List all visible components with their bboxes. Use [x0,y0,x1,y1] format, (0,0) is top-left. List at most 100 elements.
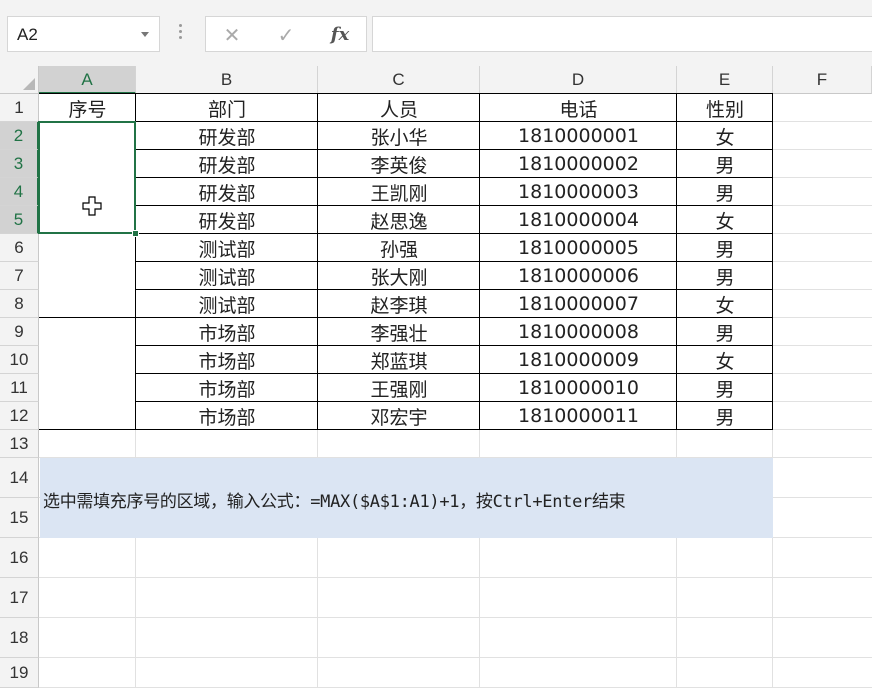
phone-cell[interactable]: 1810000005 [480,234,677,262]
gender-cell[interactable]: 女 [677,290,773,318]
row-header-12[interactable]: 12 [0,402,39,430]
cell-cursor-icon [82,196,102,216]
row-header-17[interactable]: 17 [0,578,39,618]
merged-cell-a[interactable] [39,318,135,429]
column-header-f[interactable]: F [773,66,872,94]
table-border [136,205,773,206]
person-cell[interactable]: 邓宏宇 [318,402,480,430]
gender-cell[interactable]: 女 [677,122,773,150]
table-border [136,429,773,430]
dept-cell[interactable]: 市场部 [136,402,318,430]
person-cell[interactable]: 郑蓝琪 [318,346,480,374]
phone-cell[interactable]: 1810000003 [480,178,677,206]
person-cell[interactable]: 李强壮 [318,318,480,346]
dept-cell[interactable]: 测试部 [136,262,318,290]
dept-cell[interactable]: 研发部 [136,206,318,234]
row-header-8[interactable]: 8 [0,290,39,318]
column-header-c[interactable]: C [318,66,480,94]
dept-cell[interactable]: 市场部 [136,318,318,346]
header-cell-c[interactable]: 人员 [318,94,480,122]
header-cell-d[interactable]: 电话 [480,94,677,122]
dept-cell[interactable]: 研发部 [136,178,318,206]
row-header-19[interactable]: 19 [0,658,39,688]
drag-handle-icon[interactable] [179,24,183,44]
row-header-6[interactable]: 6 [0,234,39,262]
gender-cell[interactable]: 男 [677,402,773,430]
row-header-2[interactable]: 2 [0,122,39,150]
gender-cell[interactable]: 男 [677,262,773,290]
dept-cell[interactable]: 研发部 [136,122,318,150]
phone-cell[interactable]: 1810000008 [480,318,677,346]
gender-cell[interactable]: 男 [677,318,773,346]
cancel-icon[interactable]: ✕ [212,21,252,49]
selection-range[interactable] [38,121,136,234]
column-header-a[interactable]: A [39,66,136,94]
table-border [136,261,773,262]
formula-input[interactable] [372,16,872,52]
phone-cell[interactable]: 1810000002 [480,150,677,178]
gender-cell[interactable]: 男 [677,150,773,178]
person-cell[interactable]: 赵李琪 [318,290,480,318]
formula-bar-area: A2 ✕ ✓ fx [0,0,872,66]
table-border [136,149,773,150]
table-border [39,93,773,94]
person-cell[interactable]: 张小华 [318,122,480,150]
table-border [136,401,773,402]
person-cell[interactable]: 孙强 [318,234,480,262]
name-box[interactable]: A2 [7,16,160,52]
row-header-5[interactable]: 5 [0,206,39,234]
fill-handle[interactable] [132,230,139,237]
table-border [136,121,773,122]
select-all-corner[interactable] [0,66,39,94]
phone-cell[interactable]: 1810000006 [480,262,677,290]
dept-cell[interactable]: 测试部 [136,234,318,262]
dept-cell[interactable]: 测试部 [136,290,318,318]
row-header-4[interactable]: 4 [0,178,39,206]
row-header-10[interactable]: 10 [0,346,39,374]
column-header-e[interactable]: E [677,66,773,94]
row-header-15[interactable]: 15 [0,498,39,538]
enter-icon[interactable]: ✓ [266,21,306,49]
phone-cell[interactable]: 1810000009 [480,346,677,374]
person-cell[interactable]: 王强刚 [318,374,480,402]
phone-cell[interactable]: 1810000001 [480,122,677,150]
person-cell[interactable]: 张大刚 [318,262,480,290]
header-cell-e[interactable]: 性别 [677,94,773,122]
insert-function-icon[interactable]: fx [320,21,360,49]
person-cell[interactable]: 赵思逸 [318,206,480,234]
gender-cell[interactable]: 男 [677,234,773,262]
phone-cell[interactable]: 1810000011 [480,402,677,430]
dept-cell[interactable]: 市场部 [136,346,318,374]
row-header-1[interactable]: 1 [0,94,39,122]
row-header-16[interactable]: 16 [0,538,39,578]
phone-cell[interactable]: 1810000004 [480,206,677,234]
row-header-7[interactable]: 7 [0,262,39,290]
table-border [39,317,136,318]
phone-cell[interactable]: 1810000010 [480,374,677,402]
gender-cell[interactable]: 男 [677,178,773,206]
row-header-3[interactable]: 3 [0,150,39,178]
row-header-11[interactable]: 11 [0,374,39,402]
person-cell[interactable]: 王凯刚 [318,178,480,206]
person-cell[interactable]: 李英俊 [318,150,480,178]
column-header-b[interactable]: B [136,66,318,94]
gender-cell[interactable]: 女 [677,206,773,234]
phone-cell[interactable]: 1810000007 [480,290,677,318]
formula-buttons: ✕ ✓ fx [205,16,367,52]
header-cell-b[interactable]: 部门 [136,94,318,122]
gridline-h [39,577,872,578]
gridline-h [39,617,872,618]
column-header-d[interactable]: D [480,66,677,94]
gender-cell[interactable]: 女 [677,346,773,374]
row-header-9[interactable]: 9 [0,318,39,346]
dept-cell[interactable]: 研发部 [136,150,318,178]
dept-cell[interactable]: 市场部 [136,374,318,402]
row-header-13[interactable]: 13 [0,430,39,458]
row-header-18[interactable]: 18 [0,618,39,658]
chevron-down-icon[interactable] [141,32,149,37]
table-border [136,233,773,234]
name-box-value: A2 [17,25,38,44]
row-header-14[interactable]: 14 [0,458,39,498]
header-cell-a[interactable]: 序号 [39,94,136,122]
gender-cell[interactable]: 男 [677,374,773,402]
